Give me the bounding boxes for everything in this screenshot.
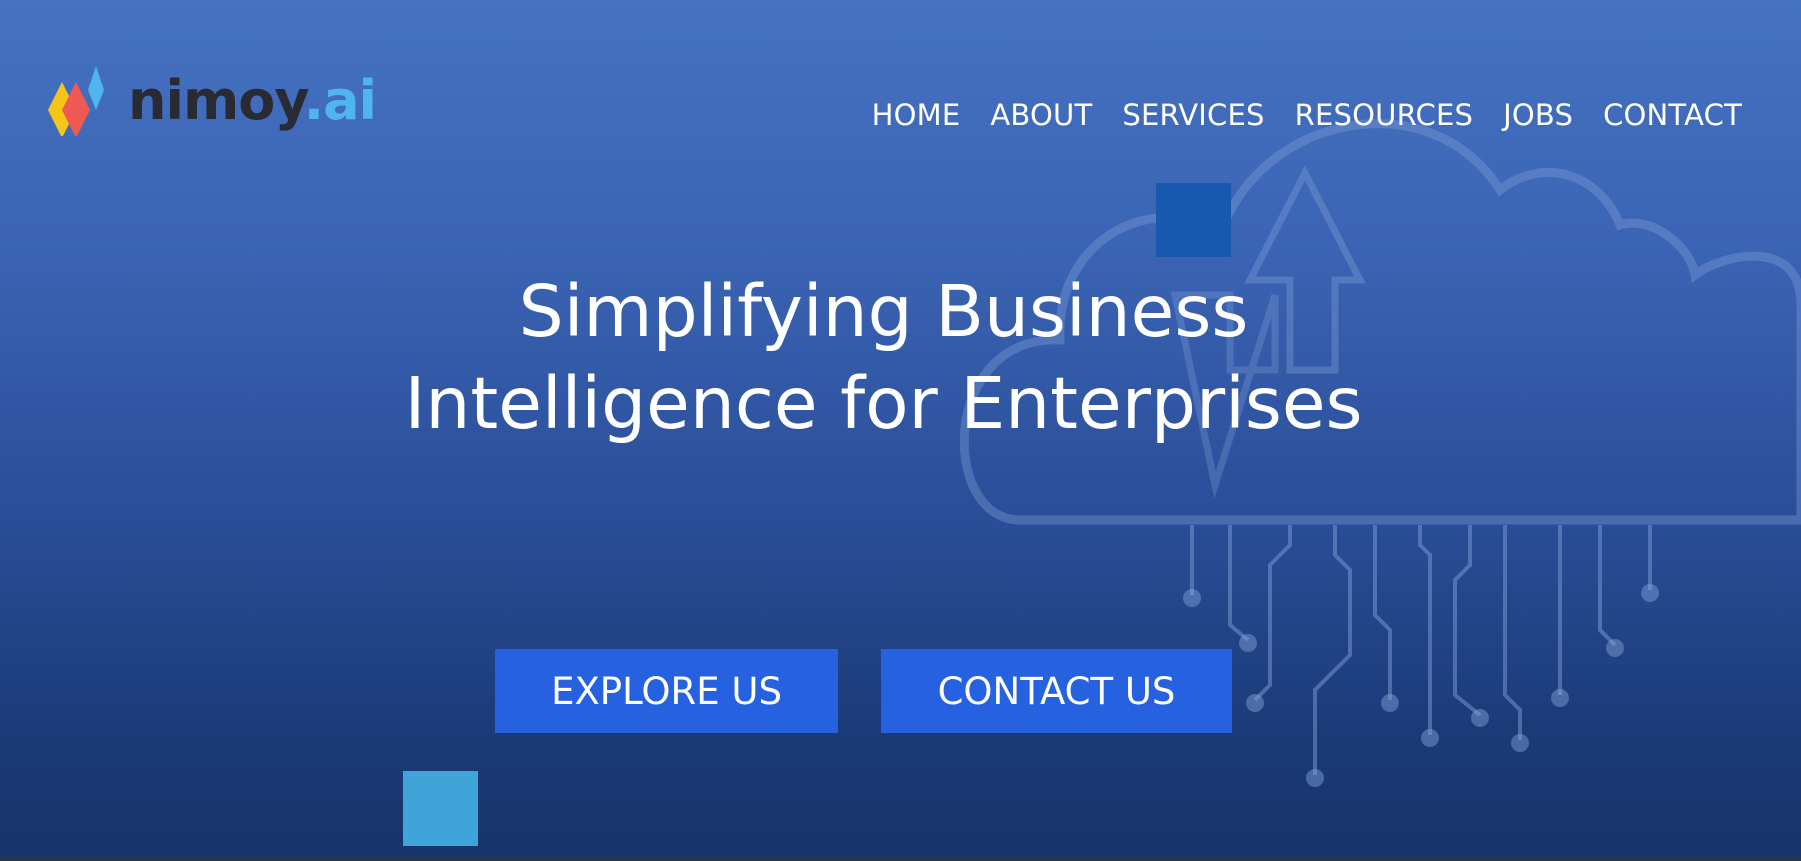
explore-us-button[interactable]: EXPLORE US (495, 649, 838, 733)
brand-name-suffix: .ai (303, 69, 377, 132)
hero-headline: Simplifying Business Intelligence for En… (300, 266, 1467, 450)
contact-us-button[interactable]: CONTACT US (881, 649, 1232, 733)
nav-about[interactable]: ABOUT (990, 98, 1092, 132)
brand-name: nimoy.ai (128, 74, 377, 128)
nav-home[interactable]: HOME (872, 98, 961, 132)
nav-resources[interactable]: RESOURCES (1295, 98, 1473, 132)
hero-headline-line2: Intelligence for Enterprises (404, 362, 1363, 445)
decorative-square-dark (1156, 183, 1231, 257)
brand-name-main: nimoy (128, 69, 305, 132)
hero-section: nimoy.ai HOME ABOUT SERVICES RESOURCES J… (0, 0, 1801, 857)
bottom-border (0, 857, 1801, 861)
nav-jobs[interactable]: JOBS (1503, 98, 1573, 132)
hero-headline-line1: Simplifying Business (518, 270, 1249, 353)
nav-contact[interactable]: CONTACT (1603, 98, 1742, 132)
main-nav: HOME ABOUT SERVICES RESOURCES JOBS CONTA… (872, 98, 1742, 132)
nimoy-logo-mark-icon (48, 66, 104, 136)
brand-logo[interactable]: nimoy.ai (48, 66, 377, 136)
nav-services[interactable]: SERVICES (1122, 98, 1264, 132)
decorative-square-light (403, 771, 478, 846)
